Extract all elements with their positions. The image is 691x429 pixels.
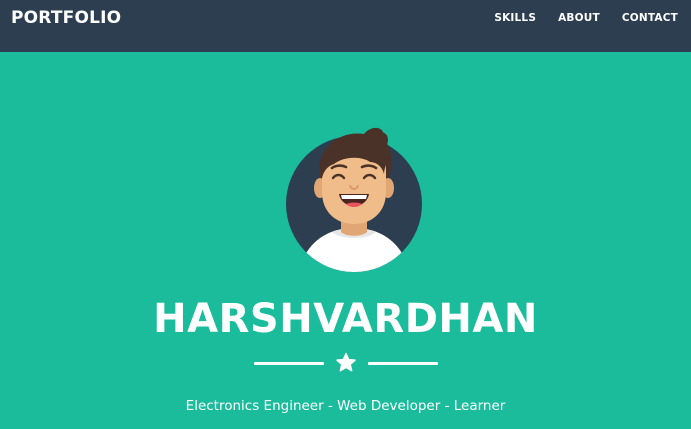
avatar	[286, 127, 422, 272]
star-icon	[335, 352, 357, 374]
nav-link-about[interactable]: ABOUT	[558, 12, 600, 24]
hero-name: HARSHVARDHAN	[153, 296, 538, 342]
hero-tagline: Electronics Engineer - Web Developer - L…	[185, 398, 506, 414]
navbar: PORTFOLIO SKILLS ABOUT CONTACT	[0, 0, 691, 52]
nav-link-skills[interactable]: SKILLS	[494, 12, 536, 24]
divider-line-left	[253, 361, 324, 365]
brand-link[interactable]: PORTFOLIO	[11, 8, 121, 28]
divider-line-right	[367, 361, 438, 365]
page: PORTFOLIO SKILLS ABOUT CONTACT HARSHVARD…	[0, 0, 691, 429]
nav-link-contact[interactable]: CONTACT	[622, 12, 678, 24]
divider	[0, 352, 691, 374]
nav-links: SKILLS ABOUT CONTACT	[494, 12, 679, 24]
avatar-icon	[286, 127, 422, 272]
